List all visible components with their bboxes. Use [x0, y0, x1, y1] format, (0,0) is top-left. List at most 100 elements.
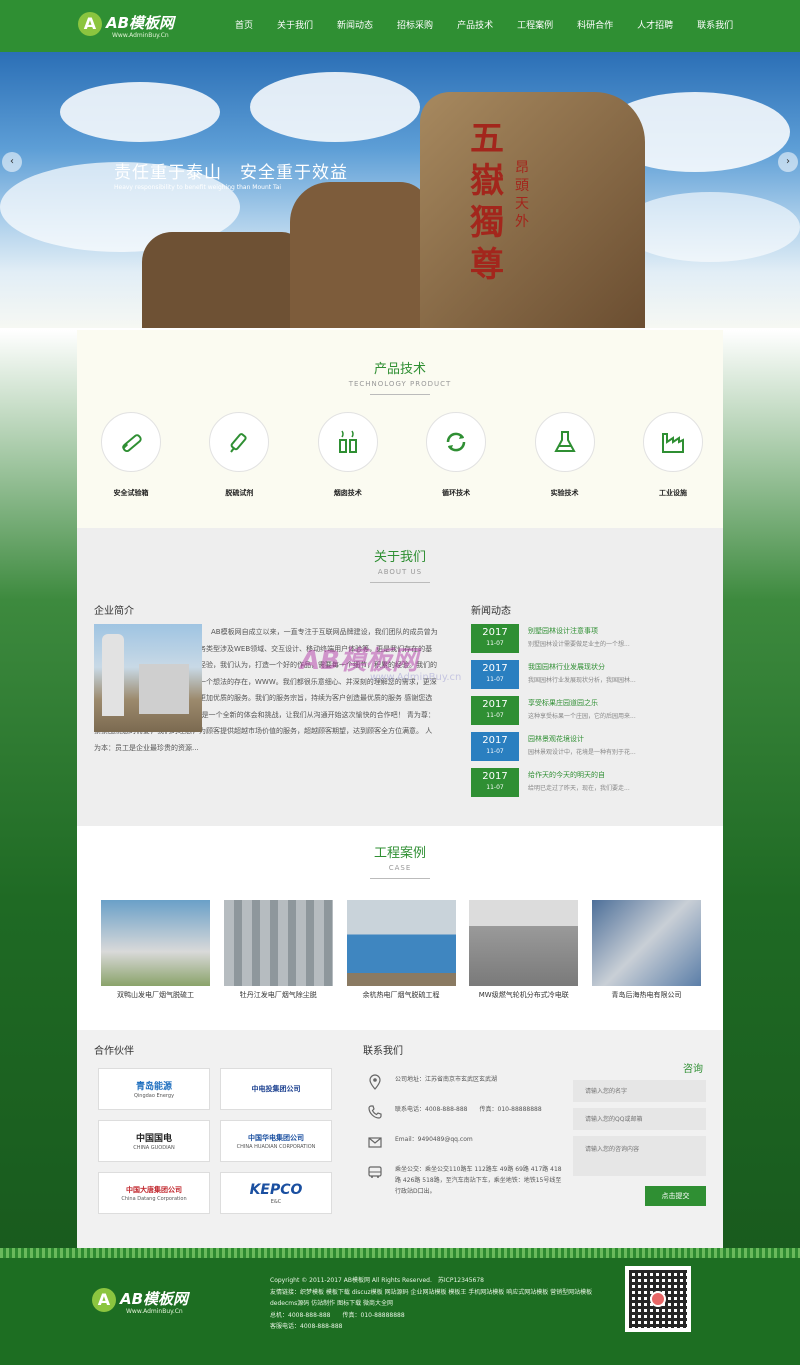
case-item[interactable]: 余杭热电厂烟气脱硫工程: [346, 900, 456, 1001]
partner-logo[interactable]: 青岛能源 Qingdao Energy: [98, 1068, 210, 1110]
friend-links[interactable]: 友情链接：织梦模板 模板下载 discuz模板 网站源码 企业网站模板 模板王 …: [270, 1287, 610, 1310]
partner-logos: 青岛能源 Qingdao Energy 中电投集团公司 中国国电 CHINA G…: [98, 1068, 332, 1214]
address-text: 公司地址：江苏省南京市玄武区玄武湖: [395, 1076, 498, 1083]
nav-about[interactable]: 关于我们: [267, 0, 323, 52]
svg-text:外: 外: [515, 214, 529, 230]
banner-subtitle: Heavy responsibility to benefit weighing…: [114, 184, 282, 191]
factory-icon: [642, 412, 703, 472]
partner-name: 中国国电: [135, 1134, 172, 1144]
news-item[interactable]: 2017 11-07 别墅园林设计注意事项 别墅园林设计需要做足业主的一个想..…: [471, 622, 711, 658]
carved-characters: 五 嶽 獨 尊 昂 頭 天 外: [470, 119, 529, 285]
main-nav: 首页 关于我们 新闻动态 招标采购 产品技术 工程案例 科研合作 人才招聘 联系…: [225, 0, 747, 52]
news-date-badge: 2017 11-07: [471, 732, 519, 761]
case-image: [592, 900, 701, 986]
case-item[interactable]: 青岛后海热电有限公司: [592, 900, 701, 1001]
news-summary: 给明已走过了昨天，现在，我们要走...: [528, 785, 630, 792]
case-label: 青岛后海热电有限公司: [611, 991, 682, 999]
news-item[interactable]: 2017 11-07 享受标果庄园道园之乐 这种享受标果一个庄园，它的后园用来.…: [471, 694, 711, 730]
rock-shape: [142, 232, 302, 328]
news-item[interactable]: 2017 11-07 我国园林行业发展现状分 我国园林行业发展现状分析，我国园林…: [471, 658, 711, 694]
svg-text:頭: 頭: [515, 178, 529, 194]
news-date-badge: 2017 11-07: [471, 696, 519, 725]
banner-prev-button[interactable]: ‹: [2, 152, 22, 172]
news-item[interactable]: 2017 11-07 园林景观花境设计 园林景观设计中，花境是一种有别于花...: [471, 730, 711, 766]
partner-logo[interactable]: 中国国电 CHINA GUODIAN: [98, 1120, 210, 1162]
submit-button[interactable]: 点击提交: [645, 1186, 706, 1206]
svg-text:昂: 昂: [515, 160, 529, 176]
news-summary: 我国园林行业发展现状分析，我国园林...: [528, 677, 636, 684]
product-item[interactable]: 工业设施: [641, 412, 705, 498]
partner-logo[interactable]: 中电投集团公司: [220, 1068, 332, 1110]
banner-next-button[interactable]: ›: [778, 152, 798, 172]
footer-logo-text: AB模板网: [120, 1290, 189, 1308]
products-title: 产品技术: [373, 362, 426, 377]
cooling-tower-shape: [102, 634, 124, 716]
nav-cases[interactable]: 工程案例: [507, 0, 563, 52]
site-logo[interactable]: A AB模板网 Www.AdminBuy.Cn: [78, 10, 198, 44]
logo-mark: A: [92, 1288, 116, 1312]
case-item[interactable]: MW级燃气轮机分布式冷电联: [469, 900, 579, 1001]
svg-text:五: 五: [470, 119, 504, 159]
flask-icon: [534, 412, 595, 472]
qq-email-input[interactable]: [573, 1108, 706, 1130]
news-headline[interactable]: 我国园林行业发展现状分: [528, 662, 605, 672]
nav-research[interactable]: 科研合作: [567, 0, 623, 52]
news-day: 11-07: [486, 676, 504, 683]
banner-title: 责任重于泰山 安全重于效益: [114, 163, 348, 183]
intro-image[interactable]: [94, 624, 202, 732]
nav-contact[interactable]: 联系我们: [687, 0, 743, 52]
nav-products[interactable]: 产品技术: [447, 0, 503, 52]
syringe-icon: [209, 412, 270, 472]
cloud-shape: [60, 82, 220, 142]
case-label: 牡丹江发电厂烟气除尘脱: [239, 991, 317, 999]
nav-news[interactable]: 新闻动态: [327, 0, 383, 52]
news-headline[interactable]: 园林景观花境设计: [528, 734, 584, 744]
footer-service: 客服电话：4008-888-888: [270, 1323, 343, 1330]
nav-home[interactable]: 首页: [225, 0, 263, 52]
cloud-shape: [250, 72, 420, 142]
email-text[interactable]: Email：9490489@qq.com: [395, 1136, 473, 1143]
product-item[interactable]: 实验技术: [533, 412, 597, 498]
partners-title: 合作伙伴: [94, 1046, 134, 1057]
news-date-badge: 2017 11-07: [471, 768, 519, 797]
svg-text:天: 天: [515, 196, 529, 212]
cases-title: 工程案例: [373, 846, 426, 861]
product-item[interactable]: 安全试验箱: [99, 412, 163, 498]
product-list: 安全试验箱 脱硫试剂 烟囱技术 循环技术 实验技术 工业设施: [99, 412, 705, 498]
case-label: MW级燃气轮机分布式冷电联: [478, 991, 569, 999]
news-summary: 这种享受标果一个庄园，它的后园用来...: [528, 713, 636, 720]
nav-bidding[interactable]: 招标采购: [387, 0, 443, 52]
nav-jobs[interactable]: 人才招聘: [627, 0, 683, 52]
news-item[interactable]: 2017 11-07 给作天的今天的明天的自 给明已走过了昨天，现在，我们要走.…: [471, 766, 711, 802]
title-divider: [370, 582, 430, 583]
case-item[interactable]: 双鸭山发电厂烟气脱硫工: [101, 900, 210, 1001]
footer-logo[interactable]: A AB模板网 Www.AdminBuy.Cn: [92, 1286, 212, 1320]
message-input[interactable]: [573, 1136, 706, 1176]
news-title: 新闻动态: [471, 606, 511, 617]
product-item[interactable]: 脱硫试剂: [207, 412, 271, 498]
news-summary: 别墅园林设计需要做足业主的一个想...: [528, 641, 630, 648]
logo-subtext: Www.AdminBuy.Cn: [112, 32, 169, 39]
news-headline[interactable]: 别墅园林设计注意事项: [528, 626, 598, 636]
partner-logo[interactable]: 中国华电集团公司 CHINA HUADIAN CORPORATION: [220, 1120, 332, 1162]
news-day: 11-07: [486, 748, 504, 755]
news-headline[interactable]: 享受标果庄园道园之乐: [528, 698, 598, 708]
partner-subname: E&C: [270, 1198, 282, 1205]
news-day: 11-07: [486, 784, 504, 791]
case-list: 双鸭山发电厂烟气脱硫工 牡丹江发电厂烟气除尘脱 余杭热电厂烟气脱硫工程 MW级燃…: [101, 900, 701, 1001]
case-item[interactable]: 牡丹江发电厂烟气除尘脱: [223, 900, 333, 1001]
contact-address: 公司地址：江苏省南京市玄武区玄武湖: [367, 1074, 567, 1104]
watermark-subtext: www.AdminBuy.cn: [370, 672, 462, 683]
product-label: 安全试验箱: [113, 489, 149, 497]
partner-logo[interactable]: 中国大唐集团公司 China Datang Corporation: [98, 1172, 210, 1214]
product-item[interactable]: 烟囱技术: [316, 412, 380, 498]
contact-bus: 乘坐公交：乘坐公交110路车 112路车 49路 69路 417路 418路 4…: [367, 1164, 567, 1197]
contact-info: 公司地址：江苏省南京市玄武区玄武湖 联系电话：4008-888-888 传真：0…: [367, 1074, 567, 1197]
contact-title: 联系我们: [363, 1046, 403, 1057]
partner-subname: CHINA HUADIAN CORPORATION: [236, 1143, 316, 1150]
name-input[interactable]: [573, 1080, 706, 1102]
partner-subname: Qingdao Energy: [133, 1093, 175, 1099]
product-item[interactable]: 循环技术: [424, 412, 488, 498]
news-headline[interactable]: 给作天的今天的明天的自: [528, 770, 605, 780]
partner-logo[interactable]: KEPCO E&C: [220, 1172, 332, 1214]
